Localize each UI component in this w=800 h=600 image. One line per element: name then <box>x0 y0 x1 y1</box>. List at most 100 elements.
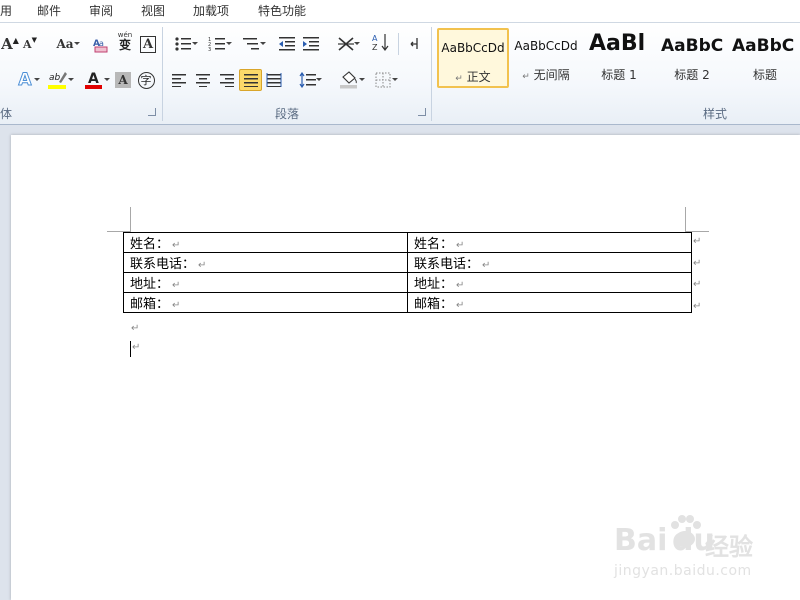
svg-text:ab: ab <box>49 73 61 83</box>
svg-text:A: A <box>88 71 99 87</box>
borders-button[interactable] <box>368 69 398 91</box>
svg-text:Z: Z <box>372 43 378 52</box>
chevron-down-icon <box>104 78 110 81</box>
style-tile-no-spacing[interactable]: AaBbCcDd ↵ 无间隔 <box>510 28 582 88</box>
menu-item-special-features[interactable]: 特色功能 <box>258 2 306 19</box>
sort-icon: A Z <box>372 34 389 52</box>
paragraph-group-label: 段落 <box>275 107 300 121</box>
highlighter-icon: ab <box>48 72 67 89</box>
justify-button[interactable] <box>239 69 262 91</box>
table-row: 地址： ↵ 地址： ↵ <box>123 272 692 293</box>
font-color-icon: A <box>85 71 102 89</box>
font-group-label: 体 <box>0 107 13 121</box>
chinese-layout-button[interactable] <box>332 33 360 55</box>
text-effect-button[interactable]: A <box>10 69 40 91</box>
bullets-button[interactable] <box>168 33 198 55</box>
line-spacing-button[interactable] <box>294 69 322 91</box>
menu-item-addins[interactable]: 加载项 <box>193 2 229 19</box>
decrease-indent-button[interactable] <box>276 33 298 55</box>
chevron-down-icon <box>192 42 198 45</box>
bullet-list-icon <box>175 37 191 51</box>
menu-item-mailings[interactable]: 邮件 <box>37 2 61 19</box>
align-left-button[interactable] <box>168 69 190 91</box>
font-color-button[interactable]: A <box>78 69 110 91</box>
line-spacing-icon <box>299 72 316 88</box>
paragraph-mark: ↵ <box>131 323 140 334</box>
ribbon: A ▲ A ▼ Aa A a wén 变 A A ab A A 字 体 1 2 … <box>0 23 800 125</box>
justify-icon <box>243 74 258 87</box>
group-separator <box>398 33 399 55</box>
table-row: 邮箱： ↵ 邮箱： ↵ <box>123 292 692 313</box>
numbering-button[interactable]: 1 2 3 <box>202 33 232 55</box>
menu-item-view[interactable]: 视图 <box>141 2 165 19</box>
chevron-down-icon <box>226 42 232 45</box>
distributed-align-icon <box>266 73 282 87</box>
paragraph-dialog-launcher-icon[interactable] <box>418 108 426 116</box>
table-cell[interactable]: 姓名： ↵ <box>123 232 408 253</box>
table-cell[interactable]: 地址： ↵ <box>407 272 692 293</box>
sort-button[interactable]: A Z <box>370 31 392 53</box>
character-border-button[interactable]: A <box>138 33 158 55</box>
crop-mark <box>685 207 686 231</box>
end-of-row-mark: ↵ <box>693 258 702 269</box>
increase-indent-button[interactable] <box>300 33 322 55</box>
shrink-font-button[interactable]: A ▼ <box>20 33 40 55</box>
align-center-icon <box>196 74 210 87</box>
styles-gallery: AaBbCcDd ↵ 正文 AaBbCcDd ↵ 无间隔 AaBl 标题 1 A… <box>437 28 800 90</box>
table-cell[interactable]: 姓名： ↵ <box>407 232 692 253</box>
chevron-down-icon <box>260 42 266 45</box>
group-separator <box>162 27 163 121</box>
paragraph-mark: ↵ <box>132 342 141 353</box>
highlight-color-button[interactable]: ab <box>42 69 74 91</box>
chinese-layout-icon <box>338 37 354 51</box>
table-cell[interactable]: 联系电话： ↵ <box>407 252 692 273</box>
style-tile-title[interactable]: AaBbC 标题 <box>729 28 800 88</box>
decrease-indent-icon <box>279 37 295 51</box>
show-paragraph-marks-button[interactable] <box>405 33 425 55</box>
align-center-button[interactable] <box>192 69 214 91</box>
menu-bar: 用 邮件 审阅 视图 加载项 特色功能 <box>0 0 800 23</box>
border-grid-icon <box>375 72 391 88</box>
font-dialog-launcher-icon[interactable] <box>148 108 156 116</box>
table-cell[interactable]: 邮箱： ↵ <box>123 292 408 313</box>
phonetic-guide-button[interactable]: wén 变 <box>114 31 136 53</box>
enclose-characters-button[interactable]: 字 <box>135 69 157 91</box>
table-row: 联系电话： ↵ 联系电话： ↵ <box>123 252 692 273</box>
chevron-down-icon <box>359 78 365 81</box>
text-cursor <box>130 341 131 357</box>
svg-text:3: 3 <box>208 47 211 52</box>
crop-mark <box>130 207 131 231</box>
table-cell[interactable]: 地址： ↵ <box>123 272 408 293</box>
numbered-list-icon: 1 2 3 <box>208 37 225 52</box>
change-case-button[interactable]: Aa <box>50 33 80 55</box>
distributed-align-button[interactable] <box>263 69 285 91</box>
align-right-button[interactable] <box>216 69 238 91</box>
character-shading-button[interactable]: A <box>113 69 133 91</box>
contact-table[interactable]: 姓名： ↵ 姓名： ↵ 联系电话： ↵ 联系电话： ↵ 地址： ↵ 地址： ↵ 邮箱： ↵ 邮… <box>123 232 692 313</box>
multilevel-list-button[interactable] <box>236 33 266 55</box>
table-cell[interactable]: 邮箱： ↵ <box>407 292 692 313</box>
style-tile-heading-1[interactable]: AaBl 标题 1 <box>583 28 655 88</box>
menu-item-review[interactable]: 审阅 <box>89 2 113 19</box>
chevron-down-icon <box>34 78 40 81</box>
end-of-row-mark: ↵ <box>693 301 702 312</box>
grow-font-button[interactable]: A ▲ <box>0 33 20 55</box>
chevron-down-icon <box>316 78 322 81</box>
menu-item-references[interactable]: 用 <box>0 2 12 19</box>
svg-text:A: A <box>372 34 378 43</box>
end-of-row-mark: ↵ <box>693 236 702 247</box>
styles-group-label: 样式 <box>703 107 728 121</box>
style-tile-heading-2[interactable]: AaBbC 标题 2 <box>656 28 728 88</box>
align-left-icon <box>172 74 186 87</box>
align-right-icon <box>220 74 234 87</box>
table-row: 姓名： ↵ 姓名： ↵ <box>123 232 692 253</box>
paragraph-mark-icon <box>410 38 418 49</box>
style-tile-normal[interactable]: AaBbCcDd ↵ 正文 <box>437 28 509 88</box>
shading-button[interactable] <box>334 69 365 91</box>
chevron-down-icon <box>74 42 80 45</box>
multilevel-list-icon <box>243 38 259 50</box>
chevron-down-icon <box>392 78 398 81</box>
group-separator <box>431 27 432 121</box>
clear-formatting-button[interactable]: A a <box>90 33 112 55</box>
table-cell[interactable]: 联系电话： ↵ <box>123 252 408 273</box>
